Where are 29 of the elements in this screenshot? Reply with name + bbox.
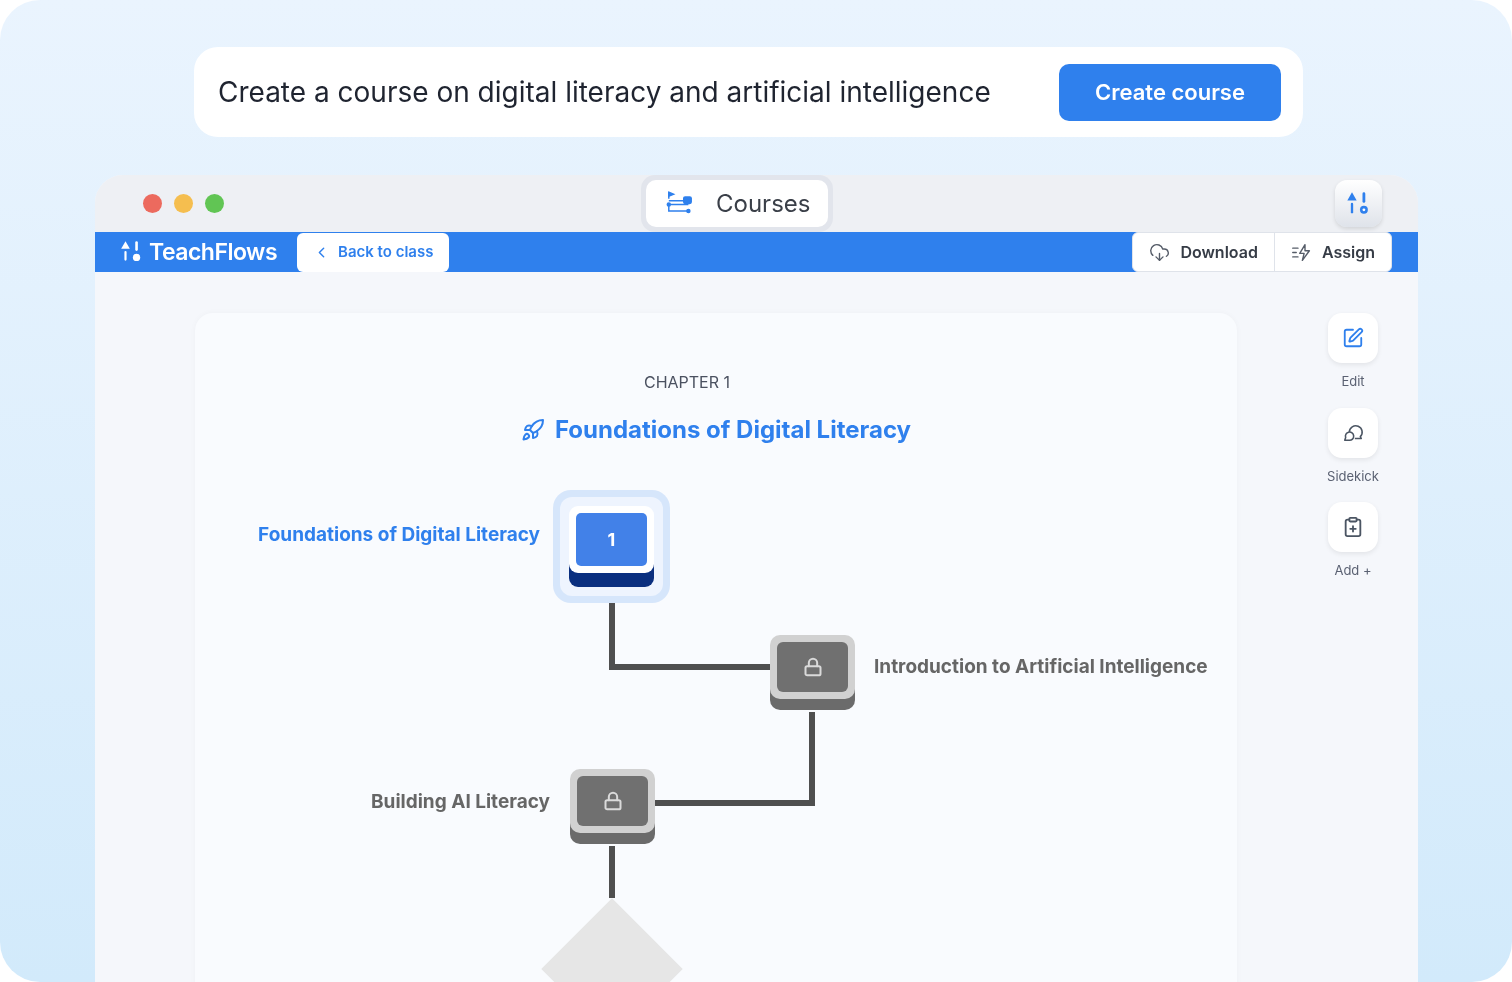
brand-name: TeachFlows	[149, 236, 278, 268]
side-action-button[interactable]	[1328, 313, 1378, 363]
side-action-label: Add +	[1334, 561, 1372, 580]
flowchart-icon	[666, 191, 694, 216]
side-action-label: Edit	[1341, 372, 1365, 391]
connector-line	[609, 846, 615, 898]
side-action-button[interactable]	[1328, 407, 1378, 458]
clipboard-plus-icon	[1342, 516, 1364, 538]
side-action-button[interactable]	[1328, 502, 1378, 552]
cloud-download-icon	[1149, 241, 1171, 263]
app-icon-button[interactable]	[1335, 180, 1382, 227]
lesson-node[interactable]: 1	[553, 490, 670, 603]
create-course-button[interactable]: Create course	[1059, 63, 1281, 121]
rocket-icon	[520, 418, 545, 442]
toolbar-button[interactable]: Assign	[1273, 233, 1391, 271]
lesson-title: Building AI Literacy	[371, 789, 550, 815]
lightning-icon	[1290, 241, 1312, 263]
edit-icon	[1342, 327, 1364, 349]
lesson-title: Foundations of Digital Literacy	[258, 522, 540, 548]
window-title: Courses	[716, 187, 811, 220]
lock-icon	[602, 791, 623, 811]
back-button[interactable]: Back to class	[297, 232, 450, 272]
lock-icon	[802, 657, 823, 677]
side-action-label: Sidekick	[1327, 466, 1379, 486]
chapter-title: Foundations of Digital Literacy	[554, 414, 912, 446]
prompt-text: Create a course on digital literacy and artificial intelligence	[218, 74, 991, 111]
toolbar-button[interactable]: Download	[1133, 233, 1274, 271]
chapter-label: CHAPTER 1	[643, 371, 731, 394]
lesson-title: Introduction to Artificial Intelligence	[874, 654, 1208, 680]
